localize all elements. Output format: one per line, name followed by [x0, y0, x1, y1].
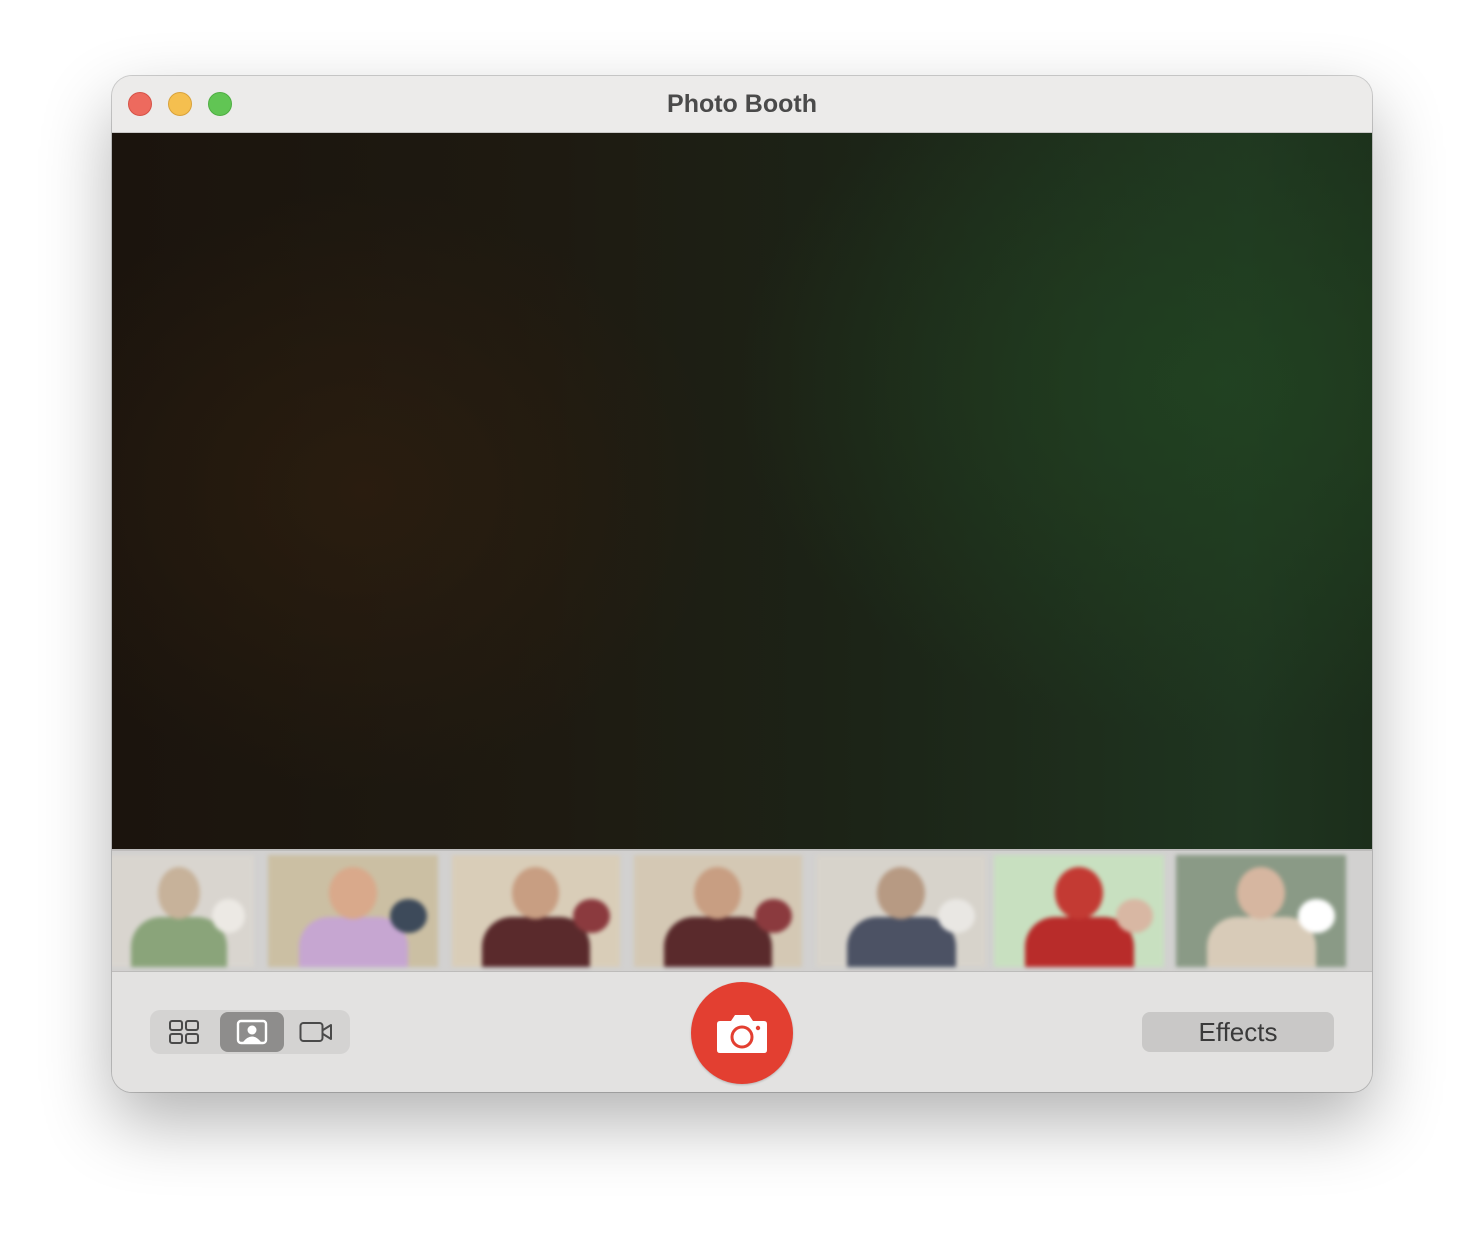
photo-thumbnail[interactable] — [816, 855, 986, 967]
thumbnail-detail — [938, 899, 975, 933]
camera-preview — [112, 133, 1372, 849]
thumbnail-figure-head — [512, 867, 559, 919]
bottom-toolbar: Effects — [112, 972, 1372, 1092]
video-button[interactable] — [286, 1012, 346, 1052]
take-photo-button[interactable] — [691, 982, 793, 1084]
thumbnail-detail — [212, 899, 245, 933]
thumbnail-figure-body — [482, 917, 590, 967]
photo-thumbnail[interactable] — [112, 855, 254, 967]
photo-booth-window: Photo Booth Effects — [112, 76, 1372, 1092]
thumbnail-detail — [1116, 899, 1153, 933]
window-title: Photo Booth — [667, 90, 817, 118]
thumbnail-detail — [573, 899, 610, 933]
portrait-icon — [236, 1019, 268, 1045]
photo-thumbnail[interactable] — [452, 855, 620, 967]
grid-view-button[interactable] — [154, 1012, 214, 1052]
photo-filmstrip[interactable] — [112, 849, 1372, 972]
thumbnail-figure-head — [1055, 867, 1103, 919]
video-camera-icon — [299, 1022, 332, 1042]
four-grid-icon — [169, 1020, 199, 1044]
photo-thumbnail[interactable] — [1176, 855, 1346, 967]
camera-icon — [717, 1015, 767, 1053]
thumbnail-figure-head — [694, 867, 741, 919]
title-bar[interactable]: Photo Booth — [112, 76, 1372, 133]
thumbnail-figure-head — [1237, 867, 1285, 919]
thumbnail-detail — [1298, 899, 1335, 933]
photo-thumbnail[interactable] — [994, 855, 1164, 967]
effects-button[interactable]: Effects — [1142, 1012, 1334, 1052]
thumbnail-figure-body — [131, 917, 227, 967]
single-photo-button[interactable] — [220, 1012, 284, 1052]
thumbnail-detail — [390, 899, 427, 933]
thumbnail-detail — [755, 899, 792, 933]
mode-selector — [150, 1010, 350, 1054]
thumbnail-figure-body — [664, 917, 772, 967]
photo-thumbnail[interactable] — [268, 855, 438, 967]
thumbnail-figure-head — [329, 867, 377, 919]
thumbnail-figure-head — [158, 867, 200, 919]
thumbnail-figure-head — [877, 867, 925, 919]
photo-thumbnail[interactable] — [634, 855, 802, 967]
